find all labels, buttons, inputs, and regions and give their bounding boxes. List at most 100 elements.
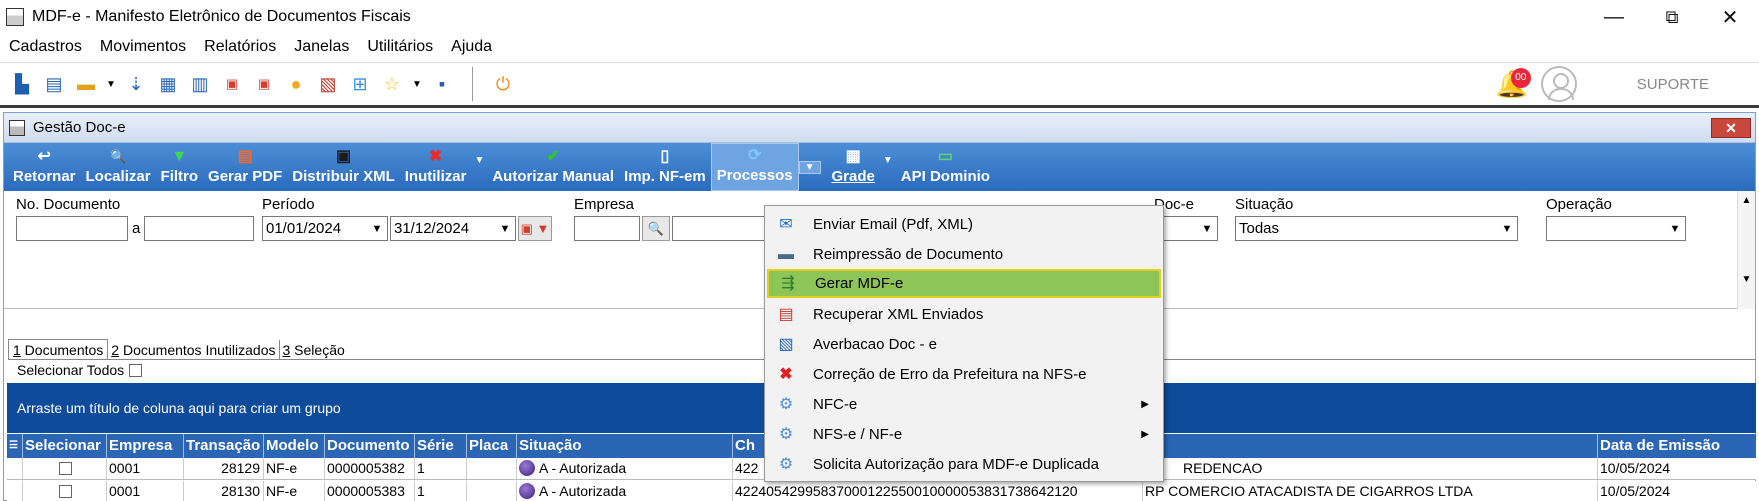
select-all-checkbox[interactable]: [129, 363, 143, 377]
building-icon[interactable]: ▙: [8, 70, 36, 98]
inutilizar-dropdown-icon[interactable]: ▼: [471, 155, 487, 166]
power-icon[interactable]: ⏻: [489, 70, 517, 98]
menu-item-nfs-e-nf-e[interactable]: ⚙ NFS-e / NF-e ▶: [767, 420, 1161, 449]
col-destinatario[interactable]: rio: [1143, 434, 1598, 458]
col-selecionar[interactable]: Selecionar: [23, 434, 107, 458]
restore-button[interactable]: ⧉: [1643, 0, 1701, 34]
col-data-emissao[interactable]: Data de Emissão: [1598, 434, 1756, 458]
grade-button[interactable]: ▦ Grade: [827, 143, 880, 191]
api-dominio-button[interactable]: ▭ API Dominio: [896, 143, 995, 191]
col-transacao[interactable]: Transação: [184, 434, 264, 458]
tab-documentos[interactable]: 1 Documentos: [8, 339, 109, 360]
col-empresa[interactable]: Empresa: [107, 434, 184, 458]
main-toolbar: ▙ ▤ ▬ ▼ ⇣ ▦ ▥ ▣ ▣ ● ▧ ⊞ ☆ ▼ ▪ ⏻ 🔔 00 SUPO…: [0, 62, 1759, 108]
distribuir-xml-button[interactable]: ▣ Distribuir XML: [287, 143, 400, 191]
grade-dropdown-icon[interactable]: ▼: [880, 155, 896, 166]
periodo-fim-value: 31/12/2024: [394, 220, 470, 237]
search-doc-icon[interactable]: ▧: [314, 70, 342, 98]
info-icon[interactable]: ▪: [428, 70, 456, 98]
menu-item-mdf-e-duplicada[interactable]: ⚙ Solicita Autorização para MDF-e Duplica…: [767, 450, 1161, 479]
autorizar-manual-button[interactable]: ✔ Autorizar Manual: [487, 143, 619, 191]
user-avatar-icon[interactable]: [1540, 66, 1577, 102]
processos-dropdown-icon[interactable]: ▼: [798, 160, 821, 174]
calendar-picker-icon[interactable]: ▣ ▼: [518, 216, 552, 241]
cell-transacao: 28129: [184, 458, 264, 479]
imp-nf-em-button[interactable]: ▯ Imp. NF-em: [619, 143, 711, 191]
menu-item-reimpressao[interactable]: ▬ Reimpressão de Documento: [767, 240, 1161, 269]
menu-movimentos[interactable]: Movimentos: [91, 38, 195, 56]
localizar-button[interactable]: 🔍 Localizar: [81, 143, 156, 191]
window-title: MDF-e - Manifesto Eletrônico de Document…: [32, 8, 411, 25]
arrow-down-icon[interactable]: ⇣: [122, 70, 150, 98]
menu-item-correcao-erro[interactable]: ✖ Correção de Erro da Prefeitura na NFS-e: [767, 360, 1161, 389]
tab-selecao[interactable]: 3 Seleção: [280, 340, 348, 360]
col-situacao[interactable]: Situação: [517, 434, 733, 458]
situacao-select[interactable]: Todas ▼: [1235, 216, 1518, 241]
periodo-inicio-input[interactable]: 01/01/2024 ▼: [262, 216, 388, 241]
calculator-icon[interactable]: ▥: [186, 70, 214, 98]
col-modelo[interactable]: Modelo: [264, 434, 325, 458]
tab-documentos-inutilizados[interactable]: 2 Documentos Inutilizados: [108, 340, 280, 360]
chevron-up-icon[interactable]: ▲: [1738, 195, 1755, 206]
chevron-down-icon[interactable]: ▼: [368, 218, 386, 241]
document-list-icon[interactable]: ▤: [40, 70, 68, 98]
gerar-pdf-button[interactable]: ▤ Gerar PDF: [203, 143, 287, 191]
gear-icon: ⚙: [778, 395, 794, 413]
menu-janelas[interactable]: Janelas: [285, 38, 358, 56]
row-checkbox[interactable]: [59, 462, 72, 475]
calendar-clock-icon[interactable]: ▣: [250, 70, 278, 98]
chevron-down-icon[interactable]: ▼: [1498, 218, 1516, 241]
notification-bell-icon[interactable]: 🔔 00: [1495, 67, 1531, 101]
chevron-down-icon[interactable]: ▼: [1666, 218, 1684, 241]
chevron-down-icon[interactable]: ▼: [104, 70, 118, 98]
menu-item-gerar-mdf-e[interactable]: ⇶ Gerar MDF-e: [767, 269, 1161, 298]
save-icon: ▣: [335, 148, 352, 165]
chevron-down-icon[interactable]: ▼: [1198, 218, 1216, 241]
menu-item-averbacao[interactable]: ▧ Averbacao Doc - e: [767, 330, 1161, 359]
empresa-code-input[interactable]: [574, 216, 640, 241]
inner-title-bar: Gestão Doc-e ✕: [4, 113, 1755, 143]
chevron-down-icon[interactable]: ▼: [410, 70, 424, 98]
empresa-name-input[interactable]: [672, 216, 772, 241]
filtro-button[interactable]: ▼ Filtro: [156, 143, 204, 191]
operacao-select[interactable]: ▼: [1546, 216, 1686, 241]
truck-icon[interactable]: ▬: [72, 70, 100, 98]
menu-item-recuperar-xml[interactable]: ▤ Recuperar XML Enviados: [767, 300, 1161, 329]
filter-scrollbar[interactable]: ▲ ▼: [1737, 191, 1755, 309]
calendar-icon[interactable]: ▣: [218, 70, 246, 98]
col-documento[interactable]: Documento: [325, 434, 415, 458]
processos-button[interactable]: ⟳ Processos: [710, 143, 799, 191]
periodo-fim-input[interactable]: 31/12/2024 ▼: [390, 216, 516, 241]
empresa-search-icon[interactable]: 🔍: [642, 216, 670, 241]
menu-relatorios[interactable]: Relatórios: [195, 38, 285, 56]
retornar-label: Retornar: [13, 168, 76, 185]
col-placa[interactable]: Placa: [467, 434, 517, 458]
grid-icon[interactable]: ⊞: [346, 70, 374, 98]
menu-item-label: Enviar Email (Pdf, XML): [813, 216, 974, 233]
menu-utilitarios[interactable]: Utilitários: [358, 38, 442, 56]
menu-item-enviar-email[interactable]: ✉ Enviar Email (Pdf, XML): [767, 210, 1161, 239]
no-documento-from-input[interactable]: [16, 216, 128, 241]
lock-icon[interactable]: ●: [282, 70, 310, 98]
no-documento-to-input[interactable]: [144, 216, 254, 241]
star-icon[interactable]: ☆: [378, 70, 406, 98]
chevron-down-icon[interactable]: ▼: [496, 218, 514, 241]
menu-item-label: NFC-e: [813, 396, 858, 413]
menu-cadastros[interactable]: Cadastros: [0, 38, 91, 56]
col-serie[interactable]: Série: [415, 434, 467, 458]
menu-item-label: Solicita Autorização para MDF-e Duplicad…: [813, 456, 1099, 473]
minimize-button[interactable]: —: [1585, 0, 1643, 34]
column-chooser-icon[interactable]: ☰: [7, 434, 23, 458]
table-row[interactable]: 0001 28130 NF-e 0000005383 1 A - Autoriz…: [7, 481, 1756, 501]
submenu-arrow-icon: ▶: [1141, 399, 1149, 410]
inner-close-button[interactable]: ✕: [1711, 118, 1751, 138]
retornar-button[interactable]: ↩ Retornar: [8, 143, 81, 191]
suporte-link[interactable]: SUPORTE: [1637, 76, 1709, 93]
menu-item-nfc-e[interactable]: ⚙ NFC-e ▶: [767, 390, 1161, 419]
row-checkbox[interactable]: [59, 485, 72, 498]
menu-ajuda[interactable]: Ajuda: [442, 38, 501, 56]
inutilizar-button[interactable]: ✖ Inutilizar: [400, 143, 472, 191]
chevron-down-icon[interactable]: ▼: [1738, 274, 1755, 285]
close-button[interactable]: ✕: [1701, 0, 1759, 34]
calculator-grid-icon[interactable]: ▦: [154, 70, 182, 98]
